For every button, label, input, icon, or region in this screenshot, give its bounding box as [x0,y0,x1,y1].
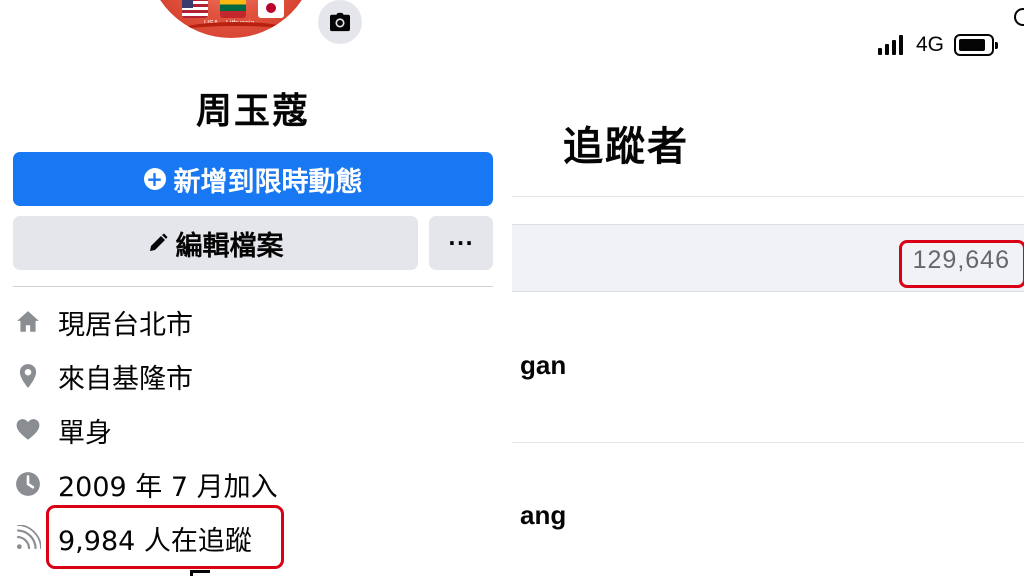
more-options-button[interactable]: ··· [429,216,493,270]
joined-text: 2009 年 7 月加入 [58,471,278,503]
lives-in-text: 現居台北市 [58,309,193,341]
pencil-icon [149,233,167,251]
heart-icon [14,416,42,444]
from-text: 來自基隆市 [58,363,193,395]
battery-icon [954,34,998,56]
intro-from: 來自基隆市 [14,356,193,396]
intro-relationship: 單身 [14,410,112,450]
home-icon [14,308,42,336]
add-to-story-label: 新增到限時動態 [173,166,363,198]
avatar[interactable]: USA Lithuania Japan [146,0,316,38]
camera-icon [330,12,350,32]
location-pin-icon [14,362,42,390]
profile-picture[interactable]: USA Lithuania Japan [146,0,316,38]
avatar-artwork [176,22,296,38]
intro-joined: 2009 年 7 月加入 [14,464,278,504]
followers-panel: 4G 追蹤者 129,646 gan ang [512,0,1024,576]
clock-icon [14,470,42,498]
edit-profile-button[interactable]: 編輯檔案 [13,216,418,270]
signal-icon [877,35,906,55]
lithuania-flag-icon [220,0,246,18]
highlight-box [899,240,1024,288]
japan-flag-icon [258,0,284,18]
network-type: 4G [915,33,944,56]
rss-feed-icon [14,524,42,552]
cropped-content [190,570,210,576]
divider [512,442,1024,443]
divider [512,196,1024,197]
highlight-box [46,505,284,569]
intro-lives-in: 現居台北市 [14,302,193,342]
relationship-text: 單身 [58,417,112,449]
more-icon: ··· [448,231,474,255]
page-title: 追蹤者 [563,124,689,170]
profile-name: 周玉蔻 [195,91,310,132]
usa-flag-icon [182,0,208,18]
cropped-icon [1014,8,1024,26]
change-photo-button[interactable] [318,0,362,44]
edit-profile-label: 編輯檔案 [175,230,284,262]
status-bar: 4G [877,32,998,58]
add-to-story-button[interactable]: + 新增到限時動態 [13,152,493,206]
divider [13,286,493,287]
plus-circle-icon: + [143,168,166,190]
follower-list-item[interactable]: gan [520,350,566,381]
follower-list-item[interactable]: ang [520,500,566,531]
profile-panel: USA Lithuania Japan 周玉蔻 + 新增到限時動態 編輯檔案 ·… [0,0,512,576]
